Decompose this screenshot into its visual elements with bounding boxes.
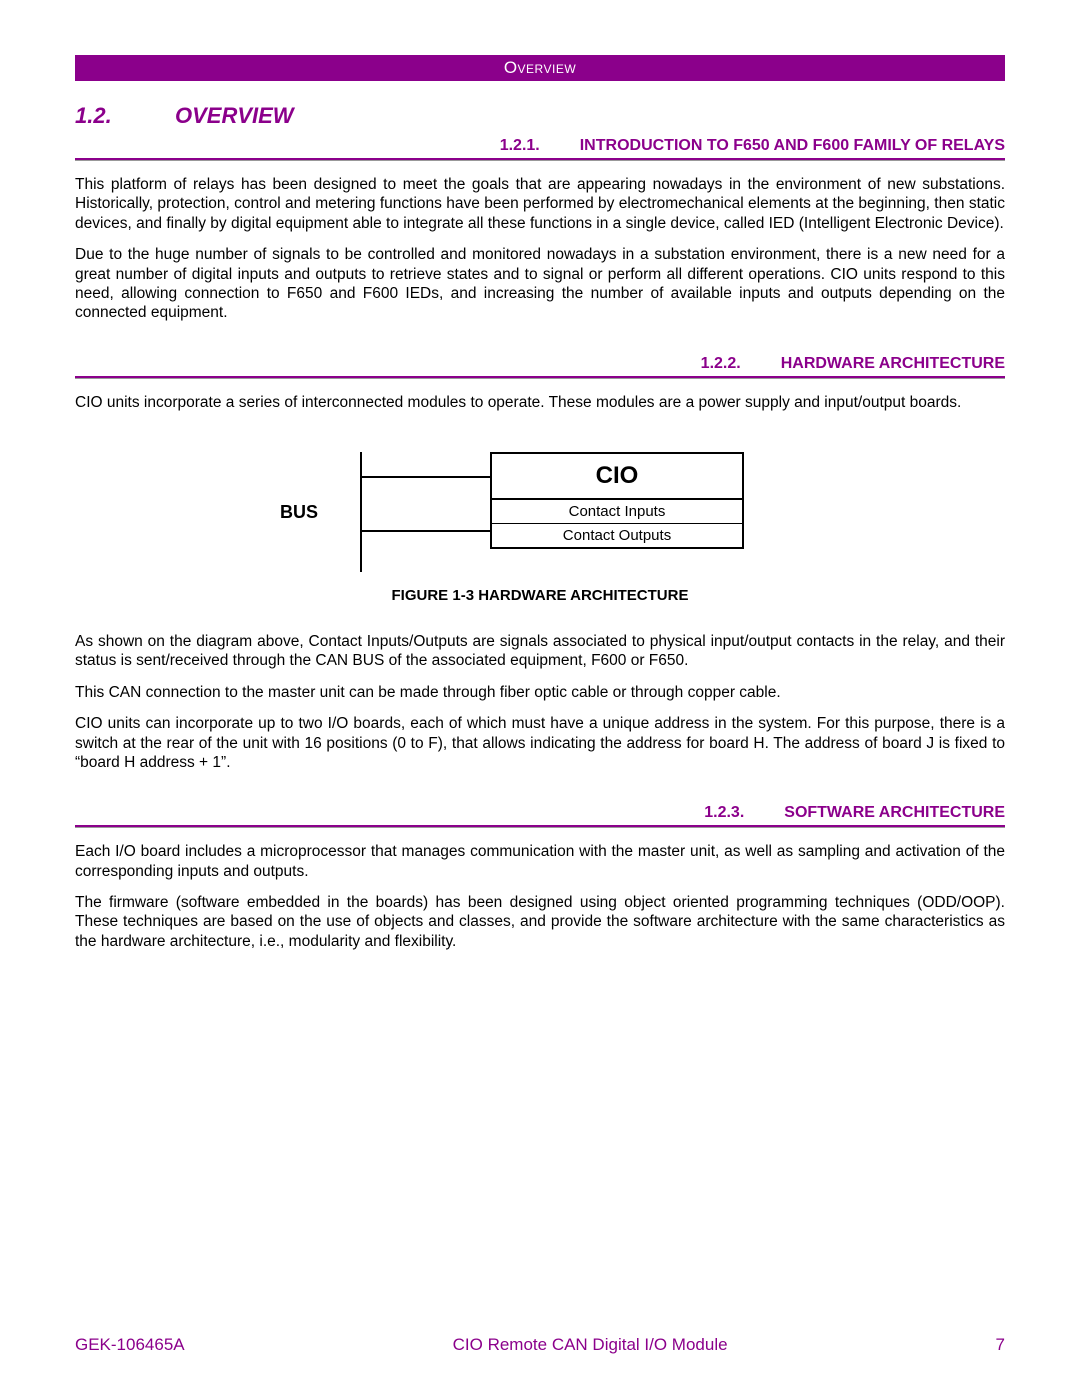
paragraph: CIO units can incorporate up to two I/O …: [75, 714, 1005, 772]
figure-cio-box: CIO Contact Inputs Contact Outputs: [490, 452, 744, 549]
figure-bus-label: BUS: [280, 502, 318, 523]
paragraph: This CAN connection to the master unit c…: [75, 683, 1005, 702]
footer-page-number: 7: [996, 1335, 1005, 1355]
paragraph: The firmware (software embedded in the b…: [75, 893, 1005, 951]
figure-connector-line: [360, 476, 490, 478]
figure-cio-title: CIO: [492, 454, 742, 500]
figure-hardware-architecture: BUS CIO Contact Inputs Contact Outputs F…: [75, 452, 1005, 604]
figure-cio-row-outputs: Contact Outputs: [492, 524, 742, 547]
subheading-2-number: 1.2.2.: [701, 355, 741, 372]
figure-bus-line: [360, 452, 362, 572]
figure-connector-line: [360, 530, 490, 532]
paragraph: Due to the huge number of signals to be …: [75, 245, 1005, 323]
subheading-3-number: 1.2.3.: [704, 804, 744, 821]
divider: [75, 825, 1005, 828]
subheading-2: 1.2.2. HARDWARE ARCHITECTURE: [75, 355, 1005, 373]
section-heading: 1.2.OVERVIEW: [75, 103, 1005, 129]
paragraph: Each I/O board includes a microprocessor…: [75, 842, 1005, 881]
page-header-bar: Overview: [75, 55, 1005, 81]
figure-cio-row-inputs: Contact Inputs: [492, 500, 742, 524]
subheading-3: 1.2.3. SOFTWARE ARCHITECTURE: [75, 804, 1005, 822]
subheading-3-title: SOFTWARE ARCHITECTURE: [784, 804, 1005, 821]
figure-caption: FIGURE 1-3 HARDWARE ARCHITECTURE: [75, 587, 1005, 604]
divider: [75, 158, 1005, 161]
section-number: 1.2.: [75, 103, 175, 129]
section-title: OVERVIEW: [175, 103, 294, 128]
subheading-1-number: 1.2.1.: [500, 137, 540, 154]
subheading-1-title: INTRODUCTION TO F650 AND F600 FAMILY OF …: [580, 137, 1005, 154]
page-footer: GEK-106465A CIO Remote CAN Digital I/O M…: [75, 1335, 1005, 1355]
footer-doc-id: GEK-106465A: [75, 1335, 185, 1355]
paragraph: CIO units incorporate a series of interc…: [75, 393, 1005, 412]
subheading-1: 1.2.1. INTRODUCTION TO F650 AND F600 FAMI…: [75, 137, 1005, 155]
subheading-2-title: HARDWARE ARCHITECTURE: [781, 355, 1005, 372]
footer-doc-title: CIO Remote CAN Digital I/O Module: [453, 1335, 728, 1355]
paragraph: As shown on the diagram above, Contact I…: [75, 632, 1005, 671]
paragraph: This platform of relays has been designe…: [75, 175, 1005, 233]
divider: [75, 376, 1005, 379]
